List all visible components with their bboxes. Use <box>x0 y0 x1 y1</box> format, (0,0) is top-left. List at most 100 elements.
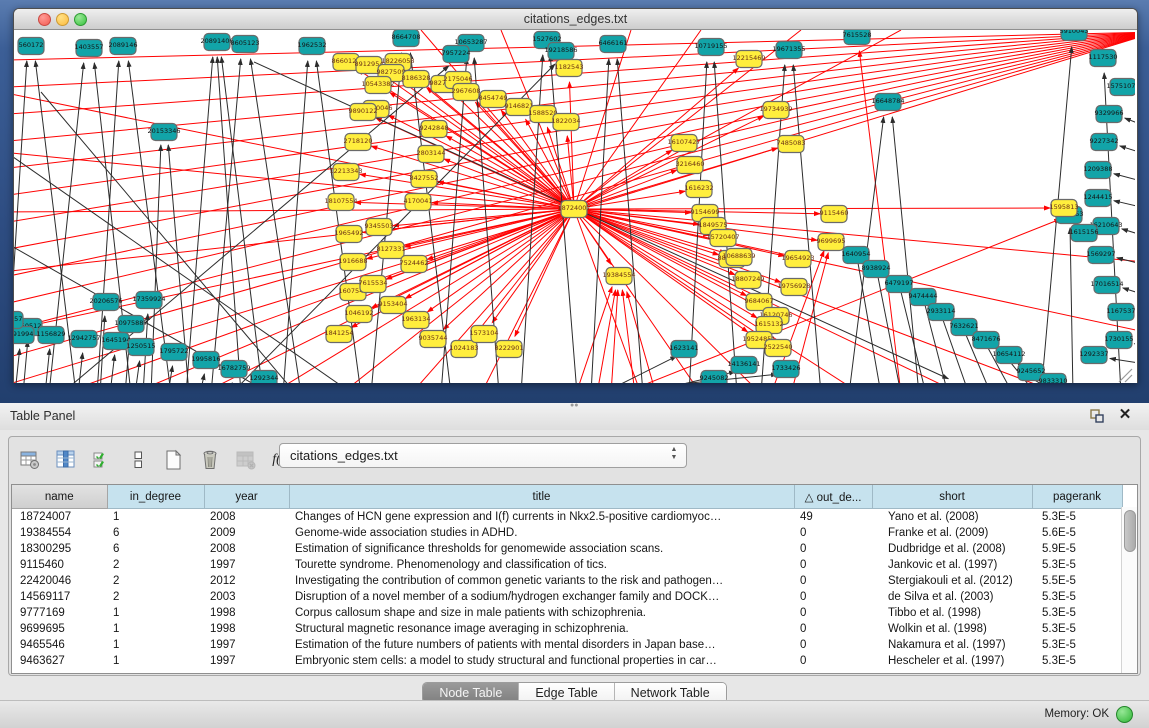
cell-name[interactable]: 18300295 <box>12 541 107 557</box>
graph-node[interactable]: 17359924 <box>132 292 165 309</box>
delete-entries-button[interactable] <box>197 447 223 473</box>
graph-node[interactable]: 5910043 <box>1060 30 1089 41</box>
cell-title[interactable]: Changes of HCN gene expression and I(f) … <box>289 509 794 526</box>
cell-year[interactable]: 1997 <box>204 557 289 573</box>
cell-in[interactable]: 1 <box>107 653 204 669</box>
graph-node[interactable]: 8127331 <box>377 242 406 259</box>
graph-node[interactable]: 16107427 <box>667 135 700 152</box>
cell-pagerank[interactable]: 5.3E-5 <box>1032 557 1122 573</box>
create-table-button[interactable] <box>161 447 187 473</box>
cell-year[interactable]: 1997 <box>204 637 289 653</box>
graph-node[interactable]: 915057 <box>14 312 23 329</box>
cell-short[interactable]: Dudbridge et al. (2008) <box>872 541 1032 557</box>
cell-year[interactable]: 2008 <box>204 509 289 526</box>
graph-node[interactable]: 19671355 <box>772 42 805 59</box>
graph-node[interactable]: 10719155 <box>694 39 727 56</box>
graph-node[interactable]: 560172 <box>18 38 44 55</box>
graph-node[interactable]: 19654923 <box>781 251 814 268</box>
graph-node[interactable]: 6466161 <box>599 36 628 53</box>
cell-out[interactable]: 0 <box>794 541 872 557</box>
cell-title[interactable]: Disruption of a novel member of a sodium… <box>289 589 794 605</box>
cell-pagerank[interactable]: 5.9E-5 <box>1032 541 1122 557</box>
graph-node[interactable]: 9245082 <box>700 371 729 384</box>
graph-node[interactable]: 1292344 <box>250 371 279 384</box>
cell-year[interactable]: 2012 <box>204 573 289 589</box>
cell-out[interactable]: 0 <box>794 637 872 653</box>
cell-out[interactable]: 49 <box>794 509 872 526</box>
splitter-grip[interactable]: ●● <box>570 404 580 408</box>
cell-out[interactable]: 0 <box>794 589 872 605</box>
graph-node[interactable]: 17016514 <box>1090 277 1123 294</box>
cell-year[interactable]: 1998 <box>204 621 289 637</box>
cell-in[interactable]: 1 <box>107 509 204 526</box>
cell-title[interactable]: Embryonic stem cells: a model to study s… <box>289 653 794 669</box>
cell-short[interactable]: Hescheler et al. (1997) <box>872 653 1032 669</box>
graph-node[interactable]: 1403557 <box>75 40 104 57</box>
cell-in[interactable]: 1 <box>107 637 204 653</box>
graph-node[interactable]: 7957224 <box>442 46 471 63</box>
column-header-year[interactable]: year <box>204 485 289 509</box>
graph-node[interactable]: 7524462 <box>400 256 429 273</box>
cell-name[interactable]: 22420046 <box>12 573 107 589</box>
cell-in[interactable]: 2 <box>107 557 204 573</box>
graph-node[interactable]: 15720407 <box>706 230 739 247</box>
cell-title[interactable]: Genome-wide association studies in ADHD. <box>289 525 794 541</box>
graph-node[interactable]: 16782759 <box>217 361 250 378</box>
cell-name[interactable]: 9115460 <box>12 557 107 573</box>
cell-short[interactable]: Franke et al. (2009) <box>872 525 1032 541</box>
cell-out[interactable]: 0 <box>794 573 872 589</box>
graph-node[interactable]: 2803144 <box>417 146 446 163</box>
cell-short[interactable]: Stergiakouli et al. (2012) <box>872 573 1032 589</box>
cell-pagerank[interactable]: 5.6E-5 <box>1032 525 1122 541</box>
table-row[interactable]: 969969511998Structural magnetic resonanc… <box>12 621 1122 637</box>
graph-node[interactable]: 1963134 <box>402 312 431 329</box>
graph-node[interactable]: 18724007 <box>557 201 590 218</box>
column-header-name[interactable]: name <box>12 485 107 509</box>
graph-node[interactable]: 9153404 <box>379 297 408 314</box>
cell-year[interactable]: 1997 <box>204 653 289 669</box>
graph-node[interactable]: 1841254 <box>325 326 354 343</box>
cell-pagerank[interactable]: 5.3E-5 <box>1032 653 1122 669</box>
graph-node[interactable]: 12213343 <box>329 164 362 181</box>
graph-node[interactable]: 8222901 <box>495 341 524 358</box>
cell-in[interactable]: 6 <box>107 541 204 557</box>
graph-node[interactable]: 1616232 <box>685 181 714 198</box>
graph-node[interactable]: 9890122 <box>349 104 378 121</box>
cell-pagerank[interactable]: 5.5E-5 <box>1032 573 1122 589</box>
cell-name[interactable]: 9463627 <box>12 653 107 669</box>
graph-node[interactable]: 2933114 <box>927 304 956 321</box>
graph-node[interactable]: 1822034 <box>552 114 581 131</box>
graph-node[interactable]: 1733426 <box>772 361 801 378</box>
cell-short[interactable]: Wolkin et al. (1998) <box>872 621 1032 637</box>
cell-short[interactable]: Nakamura et al. (1997) <box>872 637 1032 653</box>
graph-node[interactable]: 12215469 <box>732 51 765 68</box>
graph-node[interactable]: 1117530 <box>1089 50 1118 67</box>
graph-node[interactable]: 2718120 <box>344 134 373 151</box>
graph-node[interactable]: 1569297 <box>1087 247 1116 264</box>
node-table-grid[interactable]: namein_degreeyeartitle△ out_de...shortpa… <box>12 485 1123 669</box>
graph-node[interactable]: 1167537 <box>1107 304 1135 321</box>
graph-node[interactable]: 9329966 <box>1095 106 1124 123</box>
graph-node[interactable]: 1292337 <box>1080 347 1109 364</box>
graph-node[interactable]: 1730155 <box>1105 332 1134 349</box>
graph-node[interactable]: 1995816 <box>192 352 221 369</box>
cell-name[interactable]: 9465546 <box>12 637 107 653</box>
graph-node[interactable]: 12942757 <box>67 331 100 348</box>
cell-pagerank[interactable]: 5.3E-5 <box>1032 605 1122 621</box>
column-header-short[interactable]: short <box>872 485 1032 509</box>
graph-node[interactable]: 1595813 <box>1050 200 1079 217</box>
table-row[interactable]: 1456911722003Disruption of a novel membe… <box>12 589 1122 605</box>
graph-node[interactable]: 1795722 <box>160 344 189 361</box>
table-row[interactable]: 946362711997Embryonic stem cells: a mode… <box>12 653 1122 669</box>
table-row[interactable]: 1938455462009Genome-wide association stu… <box>12 525 1122 541</box>
cell-out[interactable]: 0 <box>794 653 872 669</box>
cell-year[interactable]: 2009 <box>204 525 289 541</box>
graph-node[interactable]: 8186328 <box>402 71 431 88</box>
graph-node[interactable]: 19218586 <box>544 43 577 60</box>
graph-node[interactable]: 1962532 <box>298 38 327 55</box>
graph-node[interactable]: 19384554 <box>602 268 635 285</box>
graph-node[interactable]: 20891406 <box>200 34 233 51</box>
column-header-pagerank[interactable]: pagerank <box>1032 485 1122 509</box>
table-row[interactable]: 1872400712008Changes of HCN gene express… <box>12 509 1122 526</box>
cell-in[interactable]: 1 <box>107 621 204 637</box>
